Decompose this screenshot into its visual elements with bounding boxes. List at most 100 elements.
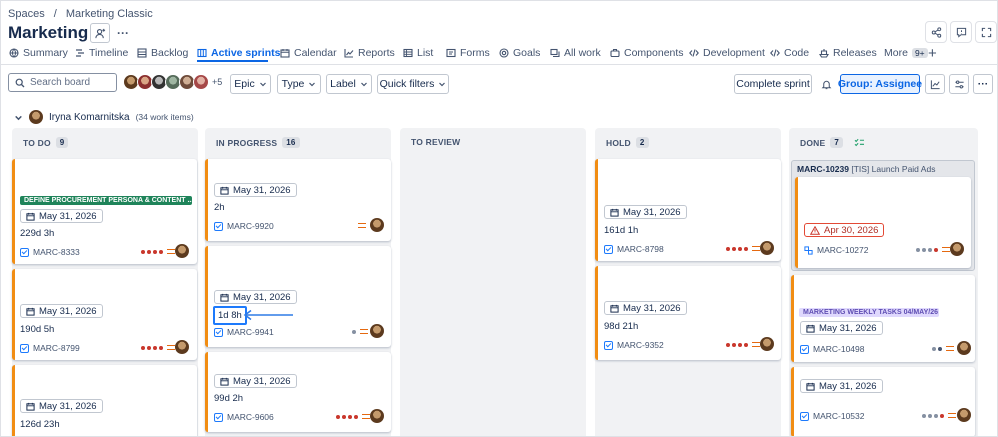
- issue-key[interactable]: MARC-10272: [804, 245, 869, 255]
- time-estimate: 98d 21h: [604, 321, 639, 332]
- warning-icon: [810, 225, 820, 235]
- swimlane-header[interactable]: Iryna Komarnitska (34 work items): [14, 110, 194, 124]
- avatar[interactable]: [370, 218, 384, 232]
- tab-backlog[interactable]: Backlog: [137, 42, 188, 64]
- priority-highest-icon: [726, 342, 760, 347]
- feedback-button[interactable]: [950, 21, 972, 43]
- tab-components[interactable]: Components: [610, 42, 684, 64]
- issue-key[interactable]: MARC-9606: [214, 412, 274, 422]
- work-item-card[interactable]: May 31, 2026 98d 21h MARC-9352: [595, 266, 781, 360]
- work-item-card[interactable]: May 31, 2026 MARC-10532: [791, 367, 975, 436]
- breadcrumb-current[interactable]: Marketing Classic: [66, 8, 153, 20]
- tab-code[interactable]: Code: [770, 42, 809, 64]
- work-item-card[interactable]: DEFINE PROCUREMENT PERSONA & CONTENT ...…: [12, 159, 197, 264]
- issue-key[interactable]: MARC-8799: [20, 343, 80, 353]
- work-item-card[interactable]: May 31, 2026 99d 2h MARC-9606: [205, 352, 391, 432]
- chevron-down-icon: [309, 82, 316, 87]
- due-date: May 31, 2026: [800, 321, 883, 335]
- issue-key[interactable]: MARC-10498: [800, 344, 865, 354]
- view-settings-button[interactable]: [949, 74, 969, 94]
- task-checkbox-icon: [214, 221, 223, 231]
- tab-releases[interactable]: Releases: [819, 42, 877, 64]
- work-item-card[interactable]: May 31, 2026 190d 5h MARC-8799: [12, 269, 197, 360]
- tab-summary[interactable]: Summary: [9, 42, 68, 64]
- priority-highest-icon: [141, 249, 175, 254]
- avatar[interactable]: [193, 74, 209, 90]
- goal-icon: [499, 48, 509, 58]
- avatar[interactable]: [957, 408, 971, 422]
- issue-key[interactable]: MARC-8798: [604, 244, 664, 254]
- avatar[interactable]: [950, 242, 964, 256]
- add-people-button[interactable]: [90, 23, 110, 43]
- tab-reports[interactable]: Reports: [344, 42, 395, 64]
- work-item-card[interactable]: May 31, 2026 1d 8h MARC-9941: [205, 246, 391, 347]
- tab-forms[interactable]: Forms: [446, 42, 490, 64]
- feedback-icon: [956, 27, 966, 38]
- due-date: May 31, 2026: [214, 374, 297, 388]
- tab-goals[interactable]: Goals: [499, 42, 540, 64]
- insights-button[interactable]: [816, 74, 836, 94]
- work-item-card[interactable]: May 31, 2026 2h MARC-9920: [205, 159, 391, 241]
- work-item-card[interactable]: Apr 30, 2026 MARC-10272: [795, 177, 971, 268]
- issue-key[interactable]: MARC-9941: [214, 327, 274, 337]
- avatar[interactable]: [175, 340, 189, 354]
- epic-filter-dropdown[interactable]: Epic: [230, 74, 271, 94]
- column-done: DONE 7 MARC-10239 [TIS] Launch Paid Ads …: [789, 128, 978, 436]
- avatar[interactable]: [175, 244, 189, 258]
- column-count: 16: [282, 137, 300, 148]
- more-actions-icon[interactable]: ···: [113, 23, 133, 43]
- tab-all-work[interactable]: All work: [550, 42, 601, 64]
- work-item-card[interactable]: May 31, 2026 161d 1h MARC-8798: [595, 159, 781, 261]
- issue-key[interactable]: MARC-8333: [20, 247, 80, 257]
- tab-development[interactable]: Development: [689, 42, 765, 64]
- issue-key[interactable]: MARC-9920: [214, 221, 274, 231]
- complete-sprint-button[interactable]: Complete sprint: [734, 74, 812, 94]
- calendar-icon: [610, 304, 619, 313]
- column-header: DONE 7: [800, 137, 865, 148]
- tab-list[interactable]: List: [403, 42, 433, 64]
- issue-key[interactable]: MARC-9352: [604, 340, 664, 350]
- add-tab-icon[interactable]: +: [928, 42, 937, 64]
- calendar-icon: [220, 377, 229, 386]
- avatar[interactable]: [760, 241, 774, 255]
- annotation-arrow-icon: [243, 309, 293, 321]
- tab-more[interactable]: More 9+: [884, 42, 928, 64]
- chevron-down-icon[interactable]: [14, 113, 23, 122]
- chevron-down-icon: [259, 82, 266, 87]
- group-by-button[interactable]: Group: Assignee: [838, 74, 922, 94]
- subtask-icon: [804, 245, 813, 255]
- type-filter-dropdown[interactable]: Type: [277, 74, 321, 94]
- share-button[interactable]: [925, 21, 947, 43]
- task-checkbox-icon: [604, 244, 613, 254]
- priority-highest-icon: [916, 247, 950, 252]
- more-count-badge: 9+: [911, 48, 928, 58]
- breadcrumb-separator: /: [53, 8, 57, 20]
- form-icon: [446, 48, 456, 58]
- task-checkbox-icon: [20, 343, 29, 353]
- avatar[interactable]: [760, 337, 774, 351]
- swimlane-assignee-name: Iryna Komarnitska: [49, 111, 130, 123]
- avatar[interactable]: [370, 324, 384, 338]
- column-to-do: TO DO 9 DEFINE PROCUREMENT PERSONA & CON…: [12, 128, 198, 436]
- more-options-icon[interactable]: ···: [973, 74, 993, 94]
- settings-sliders-icon: [954, 80, 964, 88]
- label-filter-dropdown[interactable]: Label: [326, 74, 372, 94]
- parent-header[interactable]: MARC-10239 [TIS] Launch Paid Ads: [797, 164, 935, 174]
- quick-filters-dropdown[interactable]: Quick filters: [377, 74, 449, 94]
- work-item-card[interactable]: MARKETING WEEKLY TASKS 04/MAY/26 May 31,…: [791, 275, 975, 362]
- work-item-card[interactable]: May 31, 2026 126d 23h: [12, 365, 197, 436]
- avatar[interactable]: [370, 409, 384, 423]
- avatar[interactable]: [957, 341, 971, 355]
- issue-key[interactable]: MARC-10532: [800, 411, 865, 421]
- column-hold: HOLD 2 May 31, 2026 161d 1h MARC-8798 Ma…: [595, 128, 781, 436]
- tab-calendar[interactable]: Calendar: [280, 42, 337, 64]
- breadcrumb-spaces[interactable]: Spaces: [8, 8, 45, 20]
- more-avatars-count[interactable]: +5: [212, 74, 222, 90]
- task-checkbox-icon: [800, 344, 809, 354]
- search-board-field[interactable]: Search board: [8, 73, 117, 92]
- globe-icon: [9, 48, 19, 58]
- insights-chart-button[interactable]: [925, 74, 945, 94]
- fullscreen-button[interactable]: [975, 21, 997, 43]
- chart-icon: [930, 79, 940, 89]
- tab-timeline[interactable]: Timeline: [75, 42, 128, 64]
